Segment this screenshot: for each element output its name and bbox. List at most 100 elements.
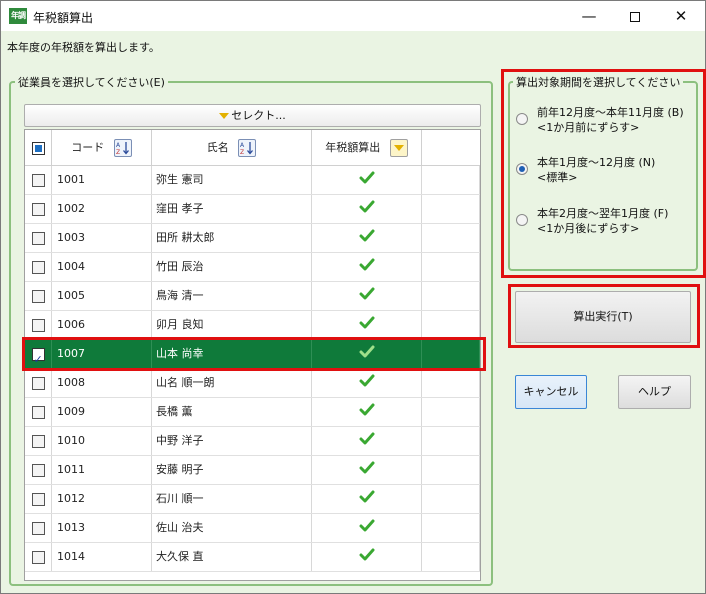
row-checkbox[interactable] [31, 550, 45, 564]
row-checkbox[interactable] [31, 260, 45, 274]
table-row[interactable]: 1005 鳥海 清一 [25, 282, 480, 311]
period-option-note: <標準> [537, 171, 578, 184]
maximize-button[interactable] [612, 1, 658, 31]
execute-button[interactable]: 算出実行(T) [515, 291, 691, 343]
svg-text:Z: Z [240, 149, 244, 155]
calc-status-cell [312, 543, 422, 571]
employee-name: 石川 順一 [152, 485, 312, 513]
close-button[interactable]: ✕ [658, 1, 704, 31]
filter-icon[interactable] [389, 139, 408, 157]
svg-text:Z: Z [116, 149, 120, 155]
table-row[interactable]: 1012 石川 順一 [25, 485, 480, 514]
calc-status-cell [312, 427, 422, 455]
header-calc-label: 年税額算出 [325, 141, 381, 154]
empty-cell [422, 224, 480, 252]
employee-code: 1001 [52, 166, 152, 194]
calc-status-cell [312, 514, 422, 542]
empty-cell [422, 514, 480, 542]
checkmark-icon [359, 490, 374, 503]
sort-icon[interactable]: A Z [238, 139, 257, 157]
employee-code: 1003 [52, 224, 152, 252]
table-row[interactable]: 1003 田所 耕太郎 [25, 224, 480, 253]
employee-group-legend: 従業員を選択してください(E) [15, 74, 168, 90]
empty-cell [422, 485, 480, 513]
select-button[interactable]: セレクト... [24, 104, 481, 127]
employee-name: 田所 耕太郎 [152, 224, 312, 252]
checkmark-icon [359, 548, 374, 561]
cancel-button[interactable]: キャンセル [515, 375, 587, 409]
row-select-cell[interactable] [25, 369, 52, 397]
radio-button[interactable] [516, 113, 528, 125]
row-checkbox[interactable] [31, 463, 45, 477]
table-row[interactable]: 1004 竹田 辰治 [25, 253, 480, 282]
table-row[interactable]: 1001 弥生 憲司 [25, 166, 480, 195]
row-checkbox[interactable] [31, 318, 45, 332]
employee-name: 鳥海 清一 [152, 282, 312, 310]
empty-cell [422, 253, 480, 281]
checkmark-icon [359, 374, 374, 387]
header-name[interactable]: 氏名 A Z [152, 130, 312, 166]
row-checkbox[interactable] [31, 173, 45, 187]
dialog-description: 本年度の年税額を算出します。 [7, 41, 160, 54]
row-checkbox[interactable] [31, 405, 45, 419]
employee-name: 山名 順一朗 [152, 369, 312, 397]
empty-cell [422, 369, 480, 397]
table-row[interactable]: 1002 窪田 孝子 [25, 195, 480, 224]
period-option-text: 前年12月度～本年11月度 (B) <1か月前にずらす> [537, 105, 702, 135]
row-select-cell[interactable] [25, 224, 52, 252]
header-select-all[interactable] [25, 130, 52, 166]
table-row[interactable]: 1008 山名 順一朗 [25, 369, 480, 398]
header-code[interactable]: コード A Z [52, 130, 152, 166]
radio-button[interactable] [516, 163, 528, 175]
table-row[interactable]: 1010 中野 洋子 [25, 427, 480, 456]
header-calc[interactable]: 年税額算出 [312, 130, 422, 166]
radio-button[interactable] [516, 214, 528, 226]
grid-header: コード A Z 氏名 A Z 年税額算出 [25, 130, 480, 166]
employee-group: 従業員を選択してください(E) セレクト... コード A Z 氏名 A Z 年… [9, 74, 493, 586]
select-all-checkbox[interactable] [31, 141, 45, 155]
row-select-cell[interactable] [25, 195, 52, 223]
checkmark-icon [359, 287, 374, 300]
row-select-cell[interactable] [25, 427, 52, 455]
employee-code: 1006 [52, 311, 152, 339]
help-button[interactable]: ヘルプ [618, 375, 691, 409]
calc-status-cell [312, 485, 422, 513]
minimize-button[interactable]: — [566, 1, 612, 31]
table-row[interactable]: 1014 大久保 直 [25, 543, 480, 572]
checkmark-icon [359, 461, 374, 474]
row-select-cell[interactable] [25, 456, 52, 484]
row-checkbox[interactable] [31, 231, 45, 245]
table-row[interactable]: 1013 佐山 治夫 [25, 514, 480, 543]
checkmark-icon [359, 403, 374, 416]
period-option-text: 本年2月度～翌年1月度 (F) <1か月後にずらす> [537, 206, 702, 236]
row-select-cell[interactable] [25, 166, 52, 194]
row-select-cell[interactable] [25, 282, 52, 310]
row-select-cell[interactable] [25, 253, 52, 281]
table-row[interactable]: 1006 卯月 良知 [25, 311, 480, 340]
empty-cell [422, 427, 480, 455]
row-checkbox[interactable] [31, 434, 45, 448]
row-select-cell[interactable] [25, 543, 52, 571]
row-checkbox[interactable] [31, 521, 45, 535]
period-option-text: 本年1月度～12月度 (N) <標準> [537, 155, 702, 185]
table-row[interactable]: 1009 長橋 薫 [25, 398, 480, 427]
sort-icon[interactable]: A Z [113, 139, 132, 157]
calc-status-cell [312, 195, 422, 223]
row-checkbox[interactable] [31, 289, 45, 303]
employee-name: 大久保 直 [152, 543, 312, 571]
row-checkbox[interactable] [31, 492, 45, 506]
row-select-cell[interactable] [25, 311, 52, 339]
row-select-cell[interactable] [25, 398, 52, 426]
row-select-cell[interactable] [25, 514, 52, 542]
employee-name: 中野 洋子 [152, 427, 312, 455]
table-row[interactable]: 1011 安藤 明子 [25, 456, 480, 485]
employee-code: 1010 [52, 427, 152, 455]
period-option-label: 本年1月度～12月度 (N) [537, 156, 656, 169]
checkmark-icon [359, 316, 374, 329]
svg-text:A: A [116, 142, 121, 149]
row-checkbox[interactable] [31, 202, 45, 216]
row-select-cell[interactable] [25, 485, 52, 513]
row-checkbox[interactable] [31, 376, 45, 390]
select-button-label: セレクト... [231, 109, 286, 122]
header-code-label: コード [71, 141, 105, 154]
